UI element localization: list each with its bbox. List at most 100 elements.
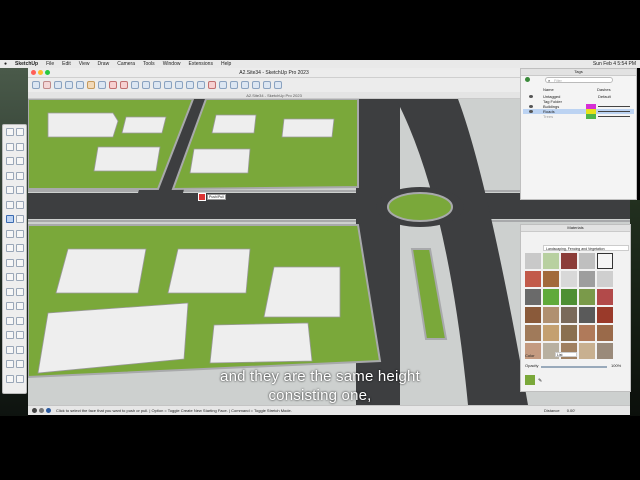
extension-warehouse-icon[interactable] — [230, 81, 238, 89]
paint-bucket-tool-icon[interactable] — [164, 81, 172, 89]
material-swatch[interactable] — [579, 325, 595, 341]
offset-tool-icon[interactable] — [98, 81, 106, 89]
section-plane-icon[interactable] — [263, 81, 271, 89]
material-swatch[interactable] — [597, 253, 613, 269]
line-tool-icon[interactable] — [6, 157, 14, 165]
visibility-eye-icon[interactable] — [529, 110, 533, 113]
freehand-tool-icon[interactable] — [16, 157, 24, 165]
menu-window[interactable]: Window — [163, 61, 181, 67]
material-swatch[interactable] — [561, 253, 577, 269]
scale-tool-icon[interactable] — [6, 244, 14, 252]
eraser-tool-icon[interactable] — [6, 142, 14, 151]
color-mode-select[interactable]: List — [555, 352, 577, 357]
text-tool-icon[interactable] — [16, 273, 24, 281]
shape-tool-icon[interactable] — [76, 81, 84, 89]
zoom-tool-icon[interactable] — [6, 316, 14, 325]
rotate-tool-icon[interactable] — [16, 229, 24, 238]
rectangle-tool-icon[interactable] — [6, 171, 14, 180]
arc-tool-icon[interactable] — [6, 200, 14, 209]
select-tool-icon[interactable] — [32, 81, 40, 89]
styles-icon[interactable] — [252, 81, 260, 89]
push-pull-tool-icon[interactable] — [87, 81, 95, 89]
orbit-tool-icon[interactable] — [175, 81, 183, 89]
menu-extensions[interactable]: Extensions — [188, 61, 212, 67]
material-swatch[interactable] — [597, 343, 613, 359]
tags-add-icon[interactable] — [525, 77, 530, 82]
move-tool-icon[interactable] — [109, 81, 117, 89]
walk-tool-icon[interactable] — [16, 345, 24, 354]
instructor-icon[interactable] — [46, 408, 51, 413]
material-swatch[interactable] — [543, 307, 559, 323]
component-tool-icon[interactable] — [16, 128, 24, 136]
material-swatch[interactable] — [525, 253, 541, 269]
tags-tray-header[interactable]: Tags — [521, 69, 636, 76]
material-swatch[interactable] — [579, 307, 595, 323]
menu-file[interactable]: File — [46, 61, 54, 67]
move-tool-icon[interactable] — [6, 229, 14, 238]
material-swatch[interactable] — [525, 271, 541, 287]
materials-category-select[interactable]: Landscaping, Fencing and Vegetation — [543, 245, 629, 251]
tape-measure-tool-icon[interactable] — [142, 81, 150, 89]
material-swatch[interactable] — [579, 253, 595, 269]
menu-draw[interactable]: Draw — [98, 61, 110, 67]
document-tab[interactable]: A2.Site34 - SketchUp Pro 2023 — [28, 93, 520, 98]
paint-bucket-tool-icon[interactable] — [16, 142, 24, 151]
tag-color-swatch[interactable] — [586, 114, 596, 119]
circle-tool-icon[interactable] — [6, 186, 14, 194]
measurements-box[interactable]: Distance 0.00' — [544, 408, 575, 413]
rotate-tool-icon[interactable] — [120, 81, 128, 89]
material-swatch[interactable] — [579, 343, 595, 359]
material-swatch[interactable] — [597, 271, 613, 287]
material-swatch[interactable] — [543, 289, 559, 305]
menu-camera[interactable]: Camera — [117, 61, 135, 67]
menu-edit[interactable]: Edit — [62, 61, 71, 67]
protractor-tool-icon[interactable] — [6, 273, 14, 281]
material-swatch[interactable] — [597, 325, 613, 341]
zoom-window-tool-icon[interactable] — [16, 316, 24, 325]
menu-view[interactable]: View — [79, 61, 90, 67]
push-pull-tool-icon[interactable] — [6, 215, 14, 223]
material-swatch[interactable] — [561, 307, 577, 323]
material-swatch[interactable] — [561, 289, 577, 305]
visibility-eye-icon[interactable] — [529, 105, 533, 108]
app-menu[interactable]: SketchUp — [15, 61, 38, 67]
xray-icon[interactable] — [274, 81, 282, 89]
menu-tools[interactable]: Tools — [143, 61, 155, 67]
material-swatch[interactable] — [543, 325, 559, 341]
material-swatch[interactable] — [579, 289, 595, 305]
layout-icon[interactable] — [241, 81, 249, 89]
material-swatch[interactable] — [525, 325, 541, 341]
line-tool-icon[interactable] — [54, 81, 62, 89]
eraser-tool-icon[interactable] — [43, 81, 51, 89]
visibility-eye-icon[interactable] — [529, 95, 533, 98]
pan-tool-icon[interactable] — [186, 81, 194, 89]
previous-tool-icon[interactable] — [16, 331, 24, 339]
3d-text-tool-icon[interactable] — [16, 287, 24, 296]
rotated-rectangle-tool-icon[interactable] — [16, 171, 24, 180]
polygon-tool-icon[interactable] — [16, 186, 24, 194]
material-swatch[interactable] — [561, 271, 577, 287]
menu-help[interactable]: Help — [221, 61, 231, 67]
follow-me-tool-icon[interactable] — [16, 215, 24, 223]
geo-location-icon[interactable] — [32, 408, 37, 413]
text-tool-icon[interactable] — [153, 81, 161, 89]
position-camera-tool-icon[interactable] — [6, 345, 14, 354]
material-swatch[interactable] — [579, 271, 595, 287]
tag-row[interactable]: Trees — [523, 114, 634, 119]
material-swatch[interactable] — [525, 289, 541, 305]
material-swatch[interactable] — [597, 289, 613, 305]
orbit-tool-icon[interactable] — [6, 302, 14, 310]
select-tool-icon[interactable] — [6, 128, 14, 136]
tags-search-input[interactable]: ⌕ Filter — [545, 77, 613, 83]
menubar-clock[interactable]: Sun Feb 4 5:54 PM — [593, 61, 636, 67]
zoom-extents-tool-icon[interactable] — [208, 81, 216, 89]
apple-menu-icon[interactable]: ● — [4, 61, 7, 67]
material-swatch[interactable] — [561, 325, 577, 341]
look-around-tool-icon[interactable] — [6, 360, 14, 368]
arc-tool-icon[interactable] — [65, 81, 73, 89]
materials-tray-header[interactable]: Materials — [521, 225, 630, 232]
axes-tool-icon[interactable] — [6, 287, 14, 296]
material-swatch[interactable] — [597, 307, 613, 323]
material-swatch[interactable] — [543, 253, 559, 269]
section-plane-tool-icon[interactable] — [16, 360, 24, 368]
